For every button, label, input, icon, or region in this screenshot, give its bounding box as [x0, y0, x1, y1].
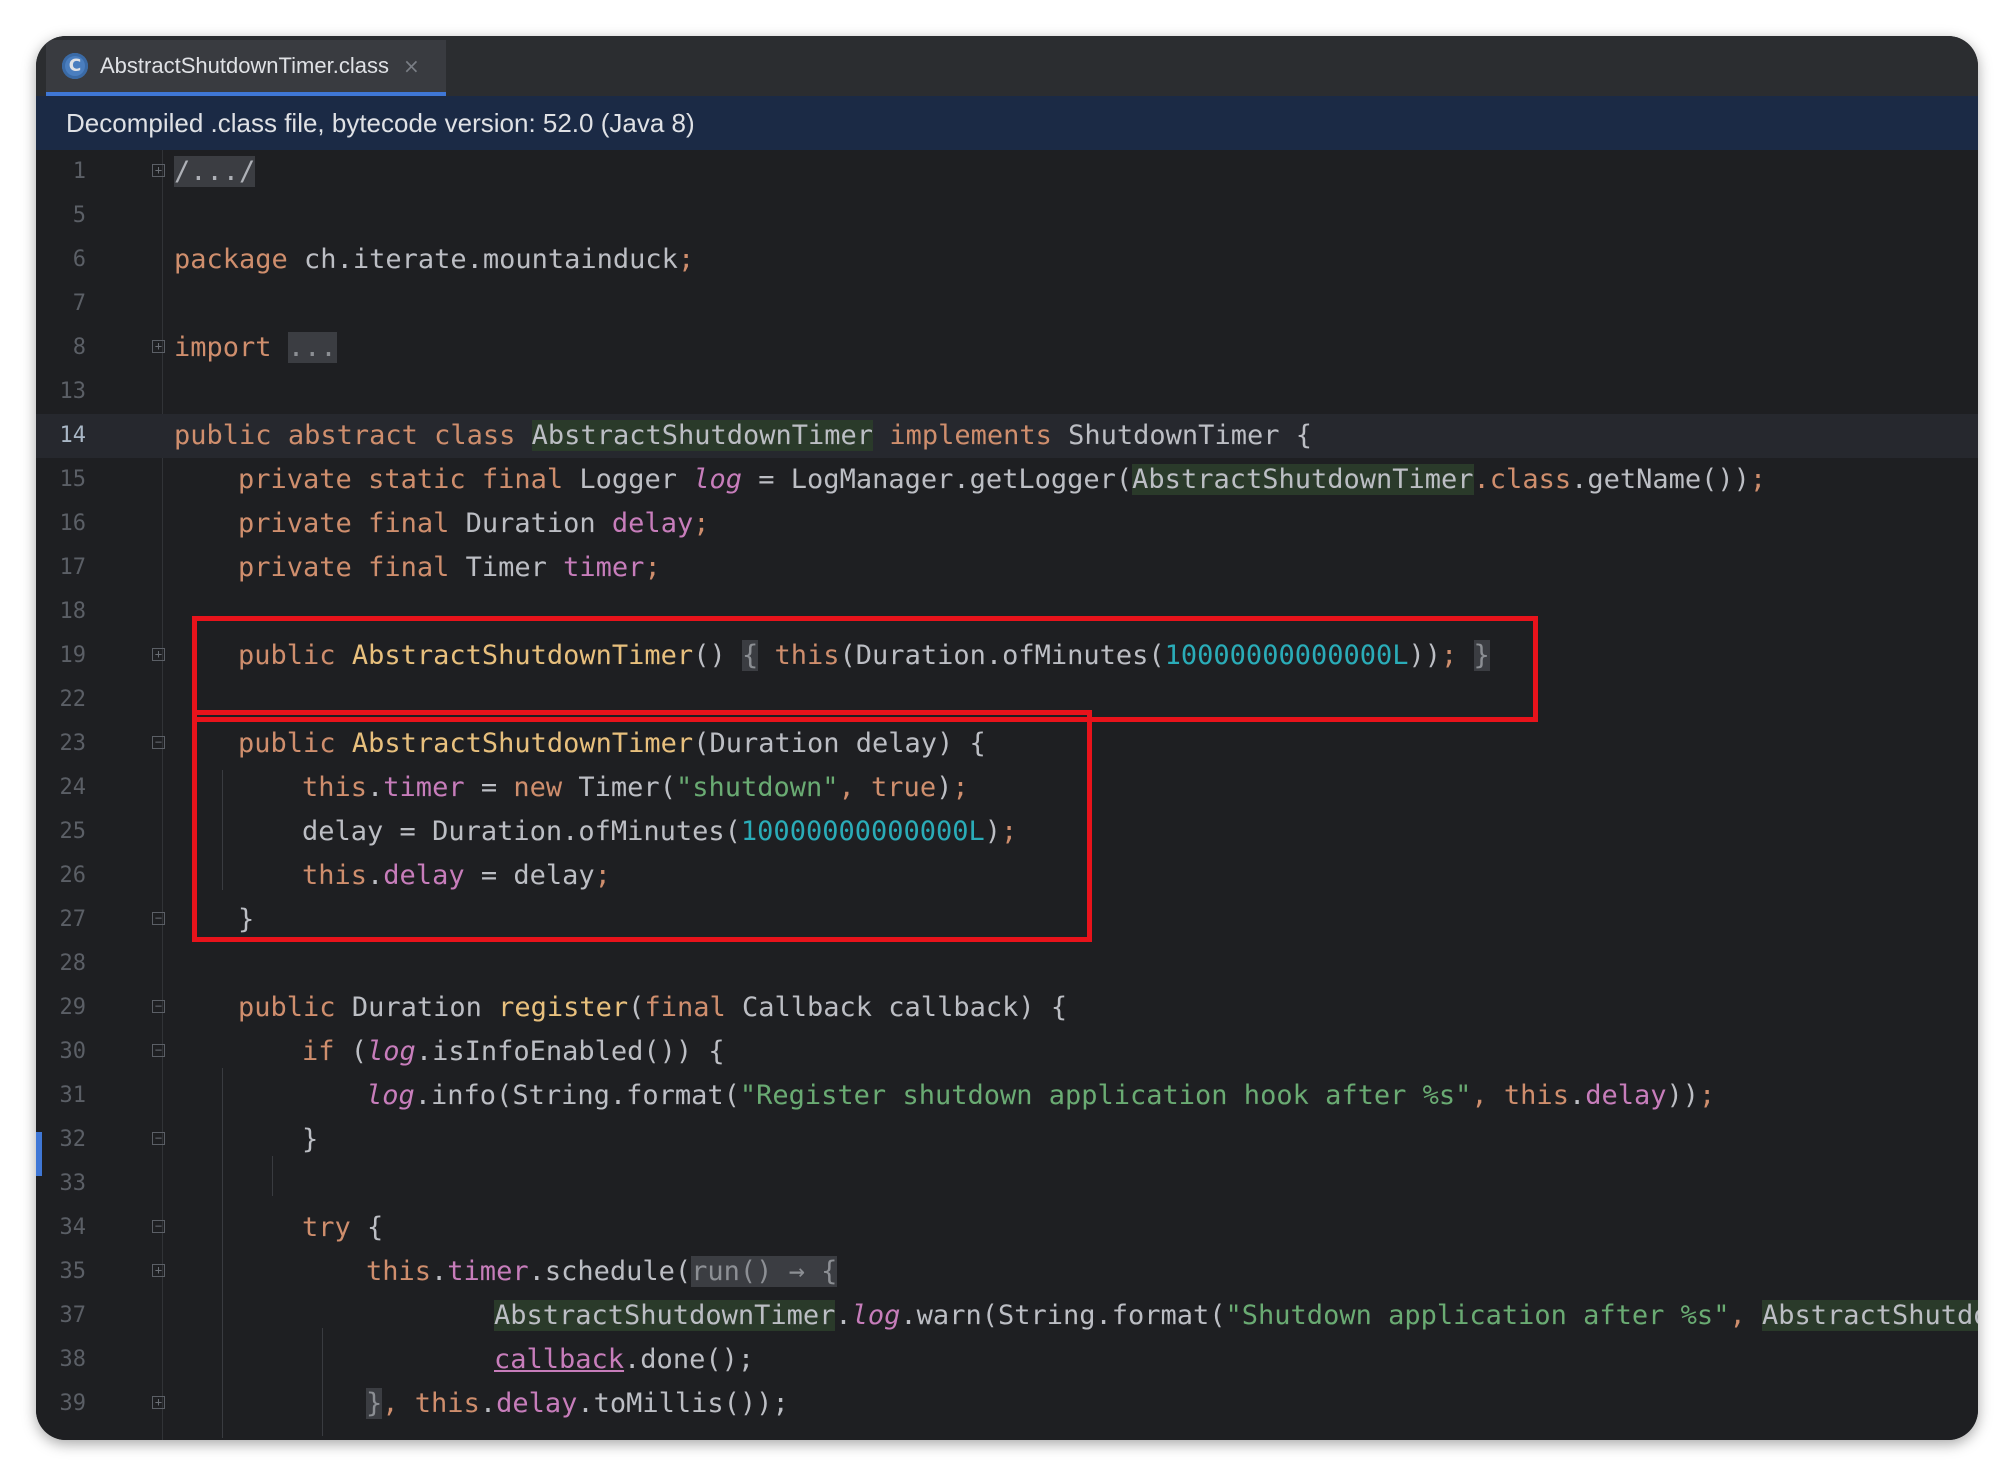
fold-expand-icon[interactable]: + [152, 164, 165, 177]
line-number: 28 [59, 951, 87, 976]
code-line: 38 callback.done(); [36, 1338, 1978, 1382]
line-number: 25 [59, 819, 87, 844]
fold-expand-icon[interactable]: + [152, 1396, 165, 1409]
banner-text: Decompiled .class file, bytecode version… [66, 107, 695, 138]
fold-collapse-icon[interactable]: − [152, 1044, 165, 1057]
code-content: /.../ [174, 156, 256, 187]
code-line: 17 private final Timer timer; [36, 546, 1978, 590]
line-number: 37 [59, 1303, 87, 1328]
line-number: 26 [59, 863, 87, 888]
code-content: public Duration register(final Callback … [238, 992, 1068, 1023]
code-line: 39 + }, this.delay.toMillis()); [36, 1382, 1978, 1426]
close-icon[interactable]: × [403, 54, 420, 78]
fold-collapse-icon[interactable]: − [152, 1132, 165, 1145]
line-number: 34 [59, 1215, 87, 1240]
code-editor[interactable]: 1 + /.../ 5 6 package ch.iterate.mountai… [36, 150, 1978, 1440]
line-number: 18 [59, 599, 87, 624]
code-line: 31 log.info(String.format("Register shut… [36, 1074, 1978, 1118]
code-line: 1 + /.../ [36, 150, 1978, 194]
code-content: private static final Logger log = LogMan… [238, 464, 1767, 495]
tab-filename: AbstractShutdownTimer.class [100, 53, 389, 78]
line-number: 38 [59, 1347, 87, 1372]
code-line: 32 − } [36, 1118, 1978, 1162]
class-file-icon: C [62, 53, 88, 79]
code-content: } [302, 1124, 319, 1155]
line-number: 30 [59, 1039, 87, 1064]
code-content: private final Timer timer; [238, 552, 661, 583]
code-content: package ch.iterate.mountainduck; [174, 244, 695, 275]
line-number: 24 [59, 775, 87, 800]
line-number: 39 [59, 1391, 87, 1416]
line-number: 15 [59, 467, 87, 492]
code-line: 8 + import ... [36, 326, 1978, 370]
code-line: 7 [36, 282, 1978, 326]
code-content: if (log.isInfoEnabled()) { [302, 1036, 725, 1067]
code-content: this.timer.schedule(run() → { [366, 1256, 838, 1287]
code-line: 37 AbstractShutdownTimer.log.warn(String… [36, 1294, 1978, 1338]
code-content: callback.done(); [494, 1344, 755, 1375]
code-line: 5 [36, 194, 1978, 238]
line-number: 31 [59, 1083, 87, 1108]
code-line: 28 [36, 942, 1978, 986]
line-number: 17 [59, 555, 87, 580]
line-number: 27 [59, 907, 87, 932]
decompiled-banner: Decompiled .class file, bytecode version… [36, 96, 1978, 150]
code-line: 33 [36, 1162, 1978, 1206]
line-number: 14 [59, 423, 87, 448]
line-number: 33 [59, 1171, 87, 1196]
line-number: 19 [59, 643, 87, 668]
fold-collapse-icon[interactable]: − [152, 1000, 165, 1013]
code-line: 35 + this.timer.schedule(run() → { [36, 1250, 1978, 1294]
fold-expand-icon[interactable]: + [152, 340, 165, 353]
code-content: public abstract class AbstractShutdownTi… [174, 420, 1312, 451]
annotation-box-duration-constructor [192, 710, 1092, 942]
line-number: 23 [59, 731, 87, 756]
line-number: 16 [59, 511, 87, 536]
fold-collapse-icon[interactable]: − [152, 736, 165, 749]
annotation-box-default-constructor [192, 616, 1538, 722]
code-content: log.info(String.format("Register shutdow… [366, 1080, 1716, 1111]
line-number: 35 [59, 1259, 87, 1284]
code-line: 34 − try { [36, 1206, 1978, 1250]
line-number: 29 [59, 995, 87, 1020]
code-line: 29 − public Duration register(final Call… [36, 986, 1978, 1030]
editor-window: C AbstractShutdownTimer.class × Decompil… [36, 36, 1978, 1440]
editor-tab-bar: C AbstractShutdownTimer.class × [36, 36, 1978, 96]
file-tab[interactable]: C AbstractShutdownTimer.class × [46, 40, 446, 96]
line-number: 1 [72, 159, 86, 184]
fold-expand-icon[interactable]: + [152, 648, 165, 661]
fold-collapse-icon[interactable]: − [152, 1220, 165, 1233]
code-content: AbstractShutdownTimer.log.warn(String.fo… [494, 1294, 1978, 1338]
fold-expand-icon[interactable]: + [152, 1264, 165, 1277]
line-number: 6 [72, 247, 86, 272]
line-number: 13 [59, 379, 87, 404]
line-number: 8 [72, 335, 86, 360]
code-line: 13 [36, 370, 1978, 414]
line-number: 7 [72, 291, 86, 316]
code-content: }, this.delay.toMillis()); [366, 1388, 789, 1419]
code-line-current: 14 public abstract class AbstractShutdow… [36, 414, 1978, 458]
code-line: 30 − if (log.isInfoEnabled()) { [36, 1030, 1978, 1074]
line-number: 32 [59, 1127, 87, 1152]
line-number: 22 [59, 687, 87, 712]
code-line: 15 private static final Logger log = Log… [36, 458, 1978, 502]
code-content: private final Duration delay; [238, 508, 710, 539]
code-content: try { [302, 1212, 384, 1243]
code-content: import ... [174, 332, 337, 363]
code-line: 6 package ch.iterate.mountainduck; [36, 238, 1978, 282]
code-line: 16 private final Duration delay; [36, 502, 1978, 546]
line-number: 5 [72, 203, 86, 228]
fold-collapse-icon[interactable]: − [152, 912, 165, 925]
